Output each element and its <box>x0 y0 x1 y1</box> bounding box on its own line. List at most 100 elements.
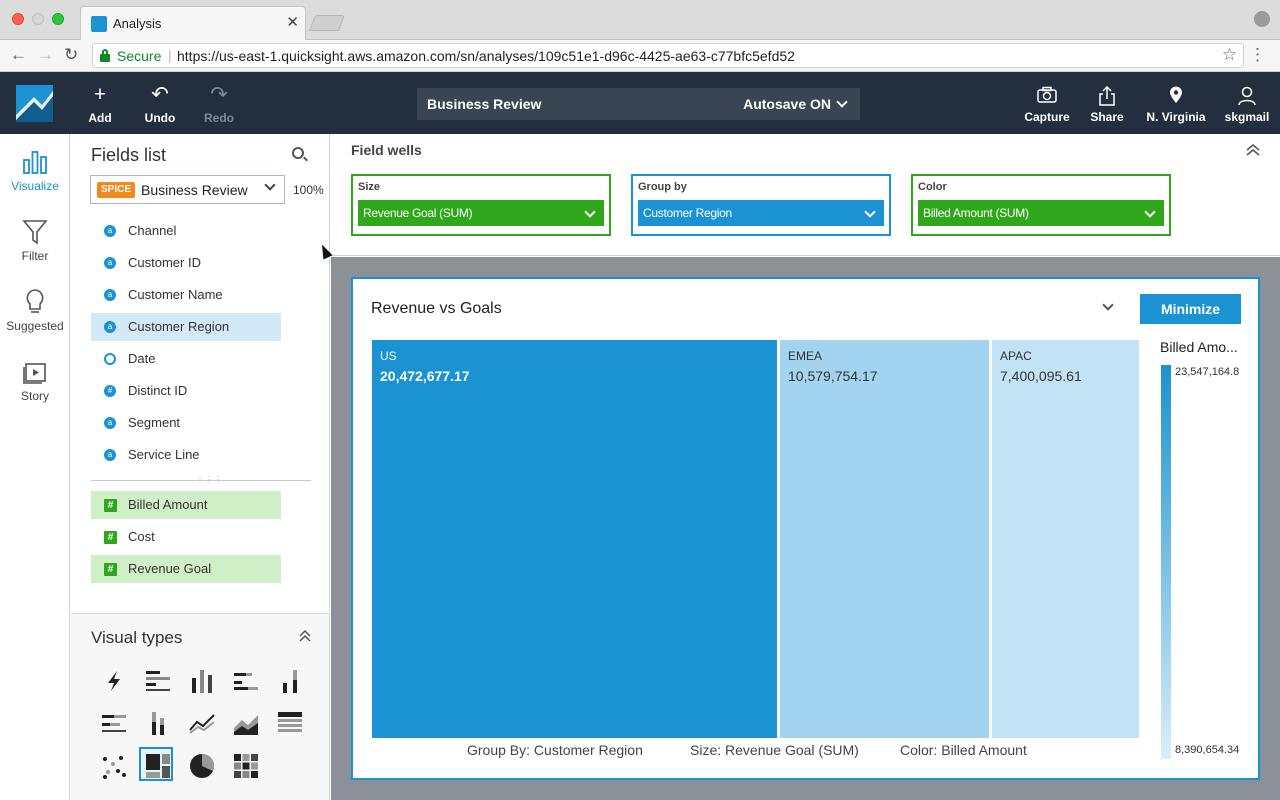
url-omnibox[interactable]: Secure | https://us-east-1.quicksight.aw… <box>92 43 1244 68</box>
stacked-bar-visual-icon[interactable] <box>273 664 307 698</box>
tab-close-icon[interactable]: ✕ <box>286 13 299 31</box>
share-button[interactable]: Share <box>1088 85 1126 124</box>
minimize-window-button[interactable] <box>32 13 44 25</box>
rail-item-visualize[interactable]: Visualize <box>0 148 70 193</box>
visual-title[interactable]: Revenue vs Goals <box>371 300 502 318</box>
fields-list-title: Fields list <box>91 145 167 165</box>
visual-revenue-vs-goals[interactable]: Revenue vs Goals Minimize US 20,472,677.1… <box>351 277 1260 780</box>
region-button[interactable]: N. Virginia <box>1146 86 1206 124</box>
resize-handle-icon[interactable]: ⋮⋮⋮ <box>196 475 223 484</box>
area-chart-visual-icon[interactable] <box>229 706 263 740</box>
undo-button[interactable]: ↶ Undo <box>136 84 184 126</box>
vertical-bar-visual-icon[interactable] <box>185 664 219 698</box>
field-item-cost[interactable]: # Cost <box>91 523 281 551</box>
rail-item-suggested[interactable]: Suggested <box>0 288 70 333</box>
visual-types-title: Visual types <box>91 628 183 647</box>
field-item-customer-name[interactable]: a Customer Name <box>91 281 281 309</box>
treemap: US 20,472,677.17 EMEA 10,579,754.17 APAC 7,40… <box>372 340 1139 738</box>
browser-tab-title: Analysis <box>113 16 162 31</box>
treemap-cell-emea[interactable]: EMEA 10,579,754.17 <box>780 340 989 738</box>
filter-icon <box>0 218 70 246</box>
treemap-cell-value: 10,579,754.17 <box>788 368 878 384</box>
tree-map-visual-icon[interactable] <box>139 747 173 781</box>
forward-arrow-icon[interactable]: → <box>37 45 54 65</box>
field-item-channel[interactable]: a Channel <box>91 217 281 245</box>
back-arrow-icon[interactable]: ← <box>10 45 27 65</box>
field-item-billed-amount[interactable]: # Billed Amount <box>91 491 281 519</box>
url-text[interactable]: https://us-east-1.quicksight.aws.amazon.… <box>177 48 795 64</box>
secure-label: Secure <box>117 48 162 64</box>
stacked-vertical-bar-visual-icon[interactable] <box>141 706 175 740</box>
treemap-cell-apac[interactable]: APAC 7,400,095.61 <box>992 340 1139 738</box>
quicksight-logo-icon[interactable] <box>16 85 53 122</box>
add-button[interactable]: + Add <box>76 84 124 126</box>
field-item-customer-id[interactable]: a Customer ID <box>91 249 281 277</box>
redo-button[interactable]: ↷ Redo <box>195 84 243 126</box>
analysis-name-bar[interactable]: Business Review Autosave ON <box>417 88 860 120</box>
share-icon <box>1088 85 1126 108</box>
browser-tab-analysis[interactable]: Analysis ✕ <box>80 6 306 40</box>
dataset-name: Business Review <box>141 182 248 198</box>
user-icon <box>1222 86 1272 108</box>
capture-button[interactable]: Capture <box>1024 86 1070 124</box>
camera-icon <box>1024 86 1070 108</box>
well-group-by[interactable]: Group by Customer Region <box>631 174 891 236</box>
measure-field-icon: # <box>104 499 117 512</box>
pie-chart-visual-icon[interactable] <box>185 749 219 783</box>
field-item-customer-region[interactable]: a Customer Region <box>91 313 281 341</box>
clock-icon <box>104 353 116 365</box>
field-item-service-line[interactable]: a Service Line <box>91 441 281 469</box>
browser-profile-icon[interactable] <box>1254 11 1270 27</box>
field-item-distinct-id[interactable]: # Distinct ID <box>91 377 281 405</box>
field-wells-title: Field wells <box>351 142 422 158</box>
autograph-visual-icon[interactable] <box>97 664 131 698</box>
chevron-down-icon <box>264 179 276 197</box>
line-chart-visual-icon[interactable] <box>185 706 219 740</box>
autosave-dropdown[interactable]: Autosave ON <box>743 96 848 112</box>
rail-item-story[interactable]: Story <box>0 358 70 403</box>
treemap-cell-value: 7,400,095.61 <box>1000 368 1082 384</box>
fields-panel: Fields list SPICE Business Review 100% a… <box>71 134 330 612</box>
visual-menu-chevron-icon[interactable] <box>1102 299 1114 317</box>
legend-min-label: 8,390,654.34 <box>1175 744 1240 756</box>
minimize-button[interactable]: Minimize <box>1140 294 1241 324</box>
bar-chart-icon <box>0 148 70 176</box>
spice-badge: SPICE <box>97 182 136 198</box>
app-header: + Add ↶ Undo ↷ Redo Business Review Auto… <box>0 72 1280 134</box>
string-field-icon: a <box>104 417 116 429</box>
new-tab-button[interactable] <box>309 15 345 31</box>
analysis-name[interactable]: Business Review <box>427 96 541 112</box>
clustered-bar-visual-icon[interactable] <box>229 664 263 698</box>
well-group-by-field-pill[interactable]: Customer Region <box>638 200 884 226</box>
pivot-table-visual-icon[interactable] <box>273 706 307 740</box>
string-field-icon: a <box>104 257 116 269</box>
horizontal-bar-visual-icon[interactable] <box>141 664 175 698</box>
browser-addressbar: ← → ↻ Secure | https://us-east-1.quicksi… <box>0 40 1280 72</box>
chevron-double-up-icon[interactable] <box>299 629 311 642</box>
string-field-icon: a <box>104 321 116 333</box>
rail-item-filter[interactable]: Filter <box>0 218 70 263</box>
stacked-horizontal-bar-visual-icon[interactable] <box>97 706 131 740</box>
well-color-field-pill[interactable]: Billed Amount (SUM) <box>918 200 1164 226</box>
field-item-date[interactable]: Date <box>91 345 281 373</box>
well-color[interactable]: Color Billed Amount (SUM) <box>911 174 1171 236</box>
measure-field-icon: # <box>104 563 117 576</box>
zoom-window-button[interactable] <box>52 13 64 25</box>
chevron-double-up-icon[interactable] <box>1246 143 1260 156</box>
dataset-dropdown[interactable]: SPICE Business Review <box>90 175 285 204</box>
scatter-plot-visual-icon[interactable] <box>97 749 131 783</box>
reload-icon[interactable]: ↻ <box>64 45 78 65</box>
bookmark-star-icon[interactable]: ☆ <box>1222 45 1237 65</box>
browser-menu-icon[interactable]: ⋮ <box>1249 45 1266 65</box>
field-item-revenue-goal[interactable]: # Revenue Goal <box>91 555 281 583</box>
analysis-canvas: Revenue vs Goals Minimize US 20,472,677.1… <box>331 257 1280 800</box>
user-menu-button[interactable]: skgmail <box>1222 86 1272 124</box>
quicksight-favicon-icon <box>91 16 107 32</box>
close-window-button[interactable] <box>12 13 24 25</box>
treemap-cell-us[interactable]: US 20,472,677.17 <box>372 340 777 738</box>
well-size-field-pill[interactable]: Revenue Goal (SUM) <box>358 200 604 226</box>
field-item-segment[interactable]: a Segment <box>91 409 281 437</box>
heat-map-visual-icon[interactable] <box>229 749 263 783</box>
well-size[interactable]: Size Revenue Goal (SUM) <box>351 174 611 236</box>
search-icon[interactable] <box>292 147 304 159</box>
